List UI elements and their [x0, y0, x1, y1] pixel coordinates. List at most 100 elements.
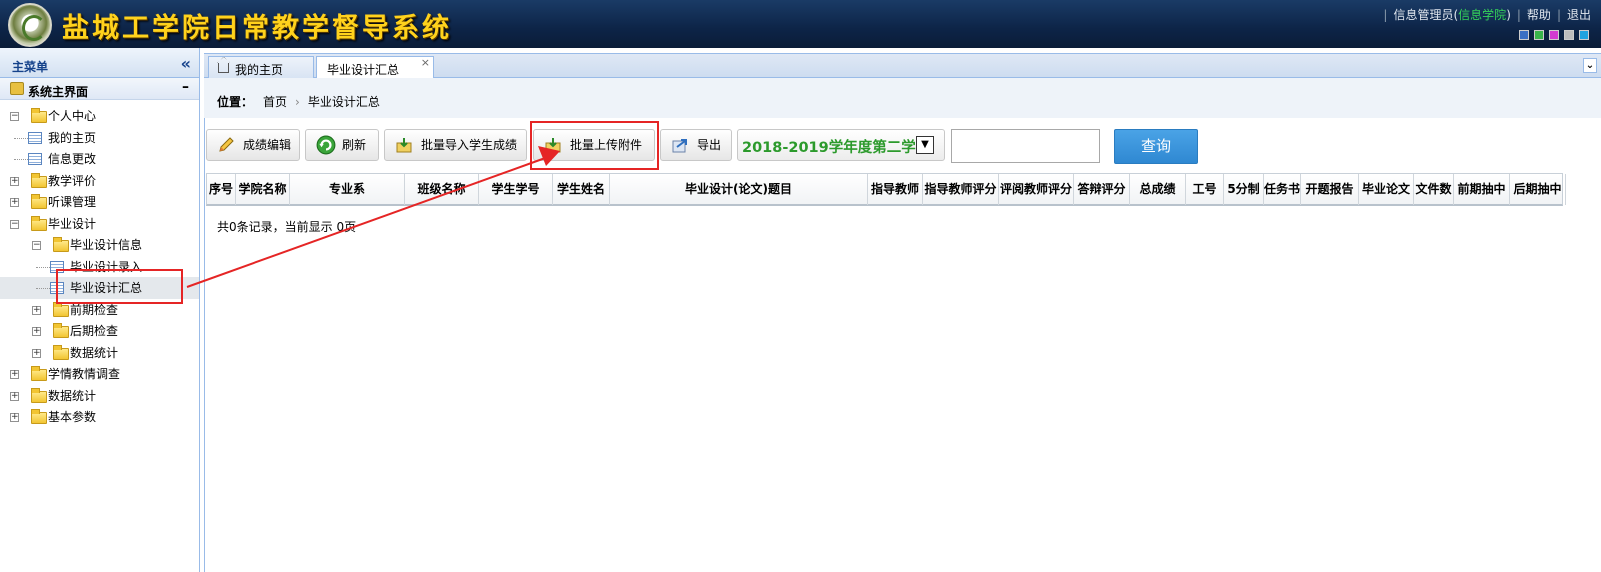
expand-icon[interactable]: +	[10, 198, 19, 207]
column-header[interactable]: 指导教师评分	[923, 174, 999, 205]
help-link[interactable]: 帮助	[1527, 8, 1551, 22]
table-header: 序号 学院名称 专业系 班级名称 学生学号 学生姓名 毕业设计(论文)题目 指导教师 指导教师评…	[206, 173, 1566, 206]
column-header[interactable]: 序号	[207, 174, 236, 205]
column-header[interactable]: 工号	[1186, 174, 1224, 205]
column-header[interactable]: 毕业设计(论文)题目	[610, 174, 868, 205]
refresh-icon	[316, 135, 336, 155]
highlight-box	[56, 269, 183, 304]
minimize-icon[interactable]: –	[182, 79, 189, 95]
folder-icon	[53, 237, 69, 252]
sidebar-section[interactable]: 系统主界面 –	[0, 78, 199, 100]
theme-swatch[interactable]	[1579, 30, 1589, 40]
table-summary: 共0条记录，当前显示 0页	[217, 220, 357, 234]
pencil-icon	[219, 137, 234, 152]
edit-scores-button[interactable]: 成绩编辑	[206, 129, 300, 161]
logout-link[interactable]: 退出	[1567, 8, 1591, 22]
folder-icon	[53, 344, 69, 360]
close-icon[interactable]: ×	[421, 56, 430, 69]
page-icon	[28, 131, 42, 144]
column-header[interactable]: 开题报告	[1301, 174, 1359, 205]
folder-icon	[31, 215, 47, 231]
tab-graduation-summary[interactable]: 毕业设计汇总 ×	[316, 56, 434, 79]
tree-item-label: 个人中心	[48, 109, 97, 123]
user-role: 信息管理员	[1393, 8, 1454, 22]
home-folder-icon	[10, 82, 24, 95]
breadcrumb: 位置： 首页 › 毕业设计汇总	[204, 78, 1601, 118]
folder-icon	[53, 323, 69, 338]
search-input[interactable]	[951, 129, 1100, 163]
batch-import-scores-button[interactable]: 批量导入学生成绩	[384, 129, 527, 161]
tree-item-label: 数据统计	[48, 388, 97, 403]
tab-home[interactable]: 我的主页	[208, 56, 314, 79]
folder-icon	[53, 301, 69, 317]
app-header: 盐城工学院日常教学督导系统 | 信息管理员(信息学院) | 帮助 | 退出	[0, 0, 1601, 48]
expand-icon[interactable]: +	[32, 327, 41, 336]
expand-icon[interactable]: +	[10, 370, 19, 379]
breadcrumb-home[interactable]: 首页	[263, 95, 287, 109]
folder-icon	[31, 172, 47, 188]
tree-item-label: 毕业设计信息	[70, 238, 143, 252]
column-header[interactable]: 学生姓名	[553, 174, 610, 205]
expand-icon[interactable]: +	[10, 413, 19, 422]
folder-icon	[31, 194, 47, 209]
column-header[interactable]: 指导教师	[868, 174, 923, 205]
expand-icon[interactable]: +	[10, 176, 19, 186]
column-header[interactable]: 前期抽中	[1454, 174, 1510, 205]
breadcrumb-current: 毕业设计汇总	[307, 95, 380, 109]
tree-item-label: 数据统计	[70, 345, 119, 360]
column-header[interactable]: 学院名称	[236, 174, 290, 205]
tree-item-label: 听课管理	[48, 195, 97, 209]
collapse-icon[interactable]: −	[10, 112, 19, 121]
sidebar-title: 主菜单	[12, 60, 49, 74]
sidebar: 主菜单 « 系统主界面 – − 个人中心 我的主页 信息更改 + 教学评价 + 听课管理 − 毕业…	[0, 48, 200, 572]
folder-icon	[31, 366, 47, 381]
expand-icon[interactable]: +	[10, 391, 19, 401]
theme-swatch[interactable]	[1519, 30, 1529, 40]
theme-switcher	[1514, 29, 1589, 43]
column-header[interactable]: 任务书	[1264, 174, 1301, 205]
term-select[interactable]: 2018-2019学年度第二学期 ▼	[737, 129, 945, 161]
tree-item-label: 学情教情调查	[48, 367, 121, 381]
tab-bar: 我的主页 毕业设计汇总 × ⌄	[204, 53, 1601, 79]
toolbar: 成绩编辑 刷新 批量导入学生成绩 批量上传附件 导出 2018-2019学年度第…	[204, 118, 1601, 172]
chevron-down-icon[interactable]: ⌄	[1583, 58, 1597, 73]
import-icon	[396, 138, 412, 153]
sidebar-header: 主菜单 «	[0, 48, 199, 78]
expand-icon[interactable]: +	[32, 348, 41, 358]
refresh-button[interactable]: 刷新	[305, 129, 379, 161]
folder-icon	[31, 108, 47, 123]
school-logo	[8, 3, 52, 47]
tree-item-label: 基本参数	[48, 410, 97, 424]
column-header[interactable]: 后期抽中	[1510, 174, 1566, 205]
column-header[interactable]: 评阅教师评分	[999, 174, 1074, 205]
tree-item-label: 教学评价	[48, 173, 97, 188]
column-header[interactable]: 总成绩	[1130, 174, 1186, 205]
column-header[interactable]: 毕业论文	[1359, 174, 1414, 205]
tree-item-label: 后期检查	[70, 324, 119, 338]
theme-swatch[interactable]	[1549, 30, 1559, 40]
column-header[interactable]: 专业系	[290, 174, 405, 205]
column-header[interactable]: 班级名称	[405, 174, 479, 205]
expand-icon[interactable]: +	[32, 305, 41, 315]
app-title: 盐城工学院日常教学督导系统	[62, 13, 452, 44]
export-button[interactable]: 导出	[660, 129, 732, 161]
collapse-icon[interactable]: −	[32, 241, 41, 250]
column-header[interactable]: 文件数	[1414, 174, 1454, 205]
column-header[interactable]: 5分制	[1224, 174, 1264, 205]
highlight-box	[530, 121, 659, 170]
user-dept: 信息学院	[1458, 8, 1507, 22]
theme-swatch[interactable]	[1564, 30, 1574, 40]
export-icon	[672, 139, 687, 153]
folder-icon	[31, 387, 47, 403]
chevron-down-icon[interactable]: ▼	[916, 136, 934, 154]
column-header[interactable]: 学生学号	[479, 174, 553, 205]
query-button[interactable]: 查询	[1114, 129, 1198, 164]
tree-item-label: 毕业设计	[48, 216, 97, 231]
folder-icon	[31, 409, 47, 424]
theme-swatch[interactable]	[1534, 30, 1544, 40]
home-icon	[218, 63, 229, 73]
page-icon	[28, 153, 42, 165]
column-header[interactable]: 答辩评分	[1074, 174, 1130, 205]
collapse-sidebar-icon[interactable]: «	[181, 54, 191, 73]
collapse-icon[interactable]: −	[10, 219, 19, 229]
